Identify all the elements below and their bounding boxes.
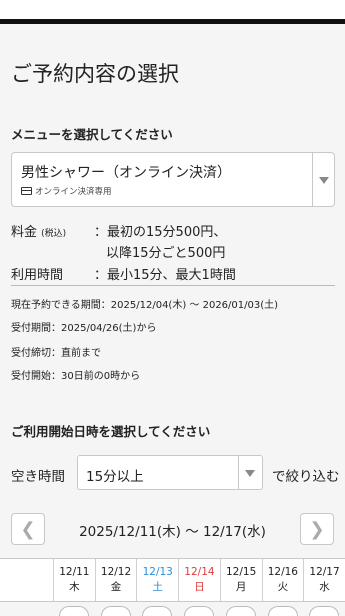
date-label: 12/13: [142, 566, 173, 578]
menu-selected-name: 男性シャワー（オンライン決済）: [21, 165, 231, 181]
menu-selected-sub: オンライン決済専用: [21, 185, 112, 197]
date-column: 12/15 月: [219, 559, 262, 601]
date-column: 12/14 日: [178, 559, 220, 601]
availability-filter-select[interactable]: 15分以上: [77, 455, 263, 490]
time-slot-button[interactable]: [100, 606, 131, 616]
calendar-date-header: 12/11 木 12/12 金 12/13 土 12/14 日 12/15 月 12/16 火 12/1…: [0, 558, 345, 602]
menu-sub-label: オンライン決済専用: [35, 187, 112, 197]
date-column: 12/13 土: [136, 559, 178, 601]
time-slot-button[interactable]: [225, 606, 256, 616]
fee-label-row: 料金 (税込): [11, 221, 66, 240]
date-label: 12/11: [59, 566, 90, 578]
time-slot-button[interactable]: [309, 606, 340, 616]
weekday-label: 水: [319, 581, 330, 593]
info-divider: [11, 285, 335, 286]
menu-select-divider: [312, 153, 313, 206]
filter-suffix: で絞り込む: [272, 469, 340, 485]
week-range: 2025/12/11(木) 〜 12/17(水): [79, 524, 266, 540]
date-label: 12/14: [184, 566, 215, 578]
date-label: 12/15: [226, 566, 257, 578]
chevron-down-icon[interactable]: [319, 177, 329, 184]
time-slot-button[interactable]: [59, 606, 89, 616]
credit-card-icon: [21, 187, 32, 195]
page-title: ご予約内容の選択: [11, 62, 179, 86]
accept-start: 受付開始：30日前の0時から: [11, 371, 141, 382]
weekday-label: 土: [152, 581, 163, 593]
fee-label: 料金: [11, 225, 38, 240]
menu-section-heading: メニューを選択してください: [11, 127, 173, 142]
fee-line-2: 以降15分ごと500円: [106, 246, 226, 261]
weekday-label: 金: [110, 581, 122, 593]
weekday-label: 日: [194, 581, 205, 593]
weekday-label: 木: [69, 581, 80, 593]
fee-line-1: ：最初の15分500円、: [94, 225, 227, 240]
reservation-period: 現在予約できる期間：2025/12/04(木) 〜 2026/01/03(土): [11, 300, 279, 311]
date-column: 12/17 水: [303, 559, 345, 601]
date-column: 12/11 木: [53, 559, 95, 601]
time-slot-button[interactable]: [267, 606, 298, 616]
time-value: ：最小15分、最大1時間: [94, 268, 236, 283]
accept-period: 受付期間：2025/04/26(土)から: [11, 323, 157, 334]
time-label: 利用時間: [11, 268, 64, 283]
fee-tax-note: (税込): [41, 229, 67, 239]
chevron-right-icon: ❯: [309, 518, 325, 540]
date-column: 12/16 火: [261, 559, 304, 601]
chevron-down-icon[interactable]: [245, 470, 255, 477]
menu-select[interactable]: 男性シャワー（オンライン決済） オンライン決済専用: [11, 152, 335, 207]
next-week-button[interactable]: ❯: [300, 513, 334, 545]
time-slot-button[interactable]: [142, 606, 173, 616]
filter-select-divider: [238, 456, 239, 489]
top-divider: [0, 19, 345, 24]
date-column: 12/12 金: [94, 559, 137, 601]
weekday-label: 火: [277, 581, 289, 593]
date-label: 12/16: [267, 566, 298, 578]
time-slot-button[interactable]: [184, 606, 215, 616]
filter-value: 15分以上: [86, 469, 144, 485]
datetime-section-heading: ご利用開始日時を選択してください: [11, 424, 211, 439]
date-label: 12/17: [309, 566, 340, 578]
date-label: 12/12: [100, 566, 132, 578]
filter-label: 空き時間: [11, 469, 65, 485]
accept-deadline: 受付締切：直前まで: [11, 348, 101, 359]
weekday-label: 月: [235, 581, 247, 593]
